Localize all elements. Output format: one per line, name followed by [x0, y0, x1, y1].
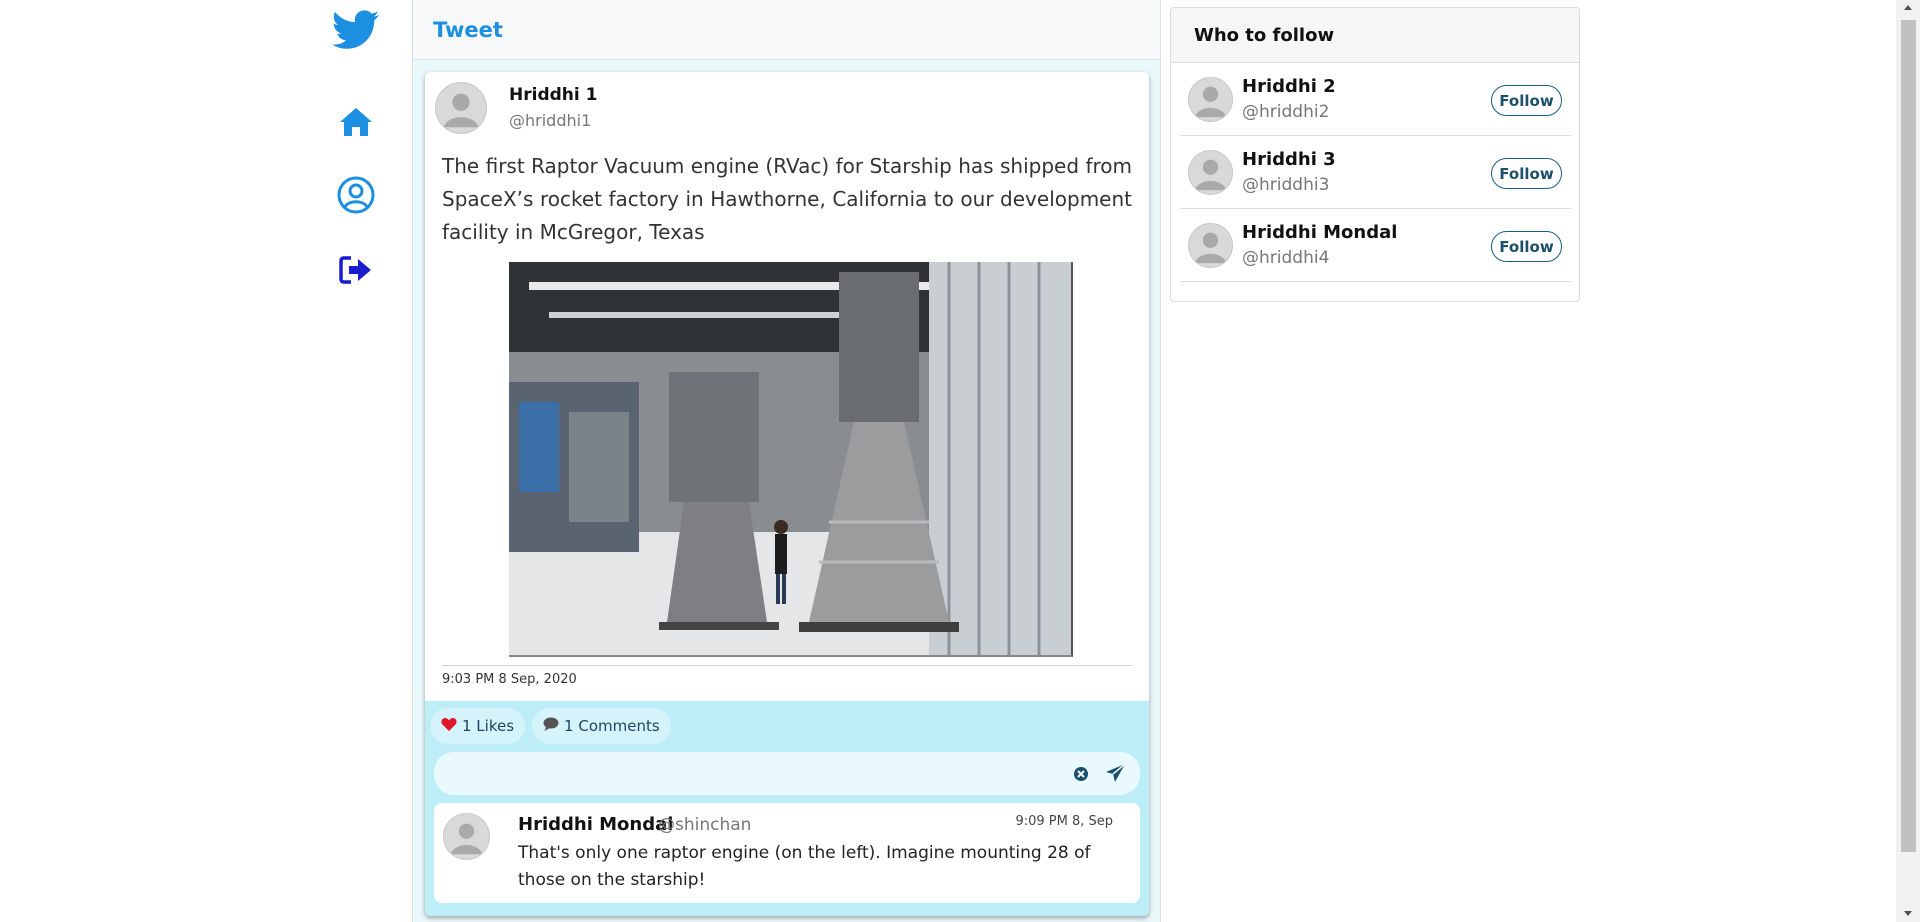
twitter-bird-icon: [332, 10, 380, 56]
follow-suggestion: Hriddhi 2 @hriddhi2 Follow: [1180, 63, 1571, 136]
tweet-author-handle: @hriddhi1: [509, 111, 592, 130]
reply-text: That's only one raptor engine (on the le…: [518, 843, 1091, 890]
who-to-follow-panel: Who to follow Hriddhi 2 @hriddhi2 Follow…: [1170, 7, 1580, 302]
scroll-down-arrow-icon[interactable]: [1904, 911, 1912, 916]
follow-user-handle: @hriddhi4: [1242, 248, 1330, 268]
nav-logout[interactable]: [300, 252, 412, 292]
tweet-author-name[interactable]: Hriddhi 1: [509, 85, 597, 105]
follow-user-name[interactable]: Hriddhi 3: [1242, 149, 1336, 170]
follow-user-handle: @hriddhi3: [1242, 175, 1330, 195]
reply-author-handle: @shinchan: [658, 815, 752, 835]
logout-icon: [339, 255, 373, 289]
follow-button[interactable]: Follow: [1491, 158, 1562, 189]
heart-icon: [441, 717, 457, 735]
send-icon[interactable]: [1105, 763, 1126, 784]
likes-count: 1 Likes: [462, 717, 515, 735]
comments-count: 1 Comments: [564, 717, 660, 735]
clear-icon[interactable]: [1073, 766, 1089, 782]
page-scrollbar[interactable]: [1896, 0, 1920, 922]
follow-suggestion: Hriddhi Mondal @hriddhi4 Follow: [1180, 209, 1571, 282]
twitter-logo[interactable]: [300, 10, 412, 56]
follow-user-handle: @hriddhi2: [1242, 102, 1330, 122]
nav-home[interactable]: [300, 104, 412, 144]
tweet-text: The first Raptor Vacuum engine (RVac) fo…: [442, 154, 1132, 244]
who-to-follow-title: Who to follow: [1171, 8, 1579, 63]
reply-item: Hriddhi Mondal @shinchan 9:09 PM 8, Sep …: [434, 803, 1140, 903]
scrollbar-thumb[interactable]: [1901, 20, 1916, 852]
like-button[interactable]: 1 Likes: [430, 708, 526, 744]
follow-user-name[interactable]: Hriddhi 2: [1242, 76, 1336, 97]
scroll-up-arrow-icon[interactable]: [1904, 5, 1912, 10]
tweet-timestamp: 9:03 PM 8 Sep, 2020: [442, 672, 577, 687]
avatar[interactable]: [443, 813, 490, 860]
page-header: Tweet: [413, 0, 1160, 60]
tweet-body: Hriddhi 1 @hriddhi1 The first Raptor Vac…: [425, 72, 1149, 701]
follow-suggestion: Hriddhi 3 @hriddhi3 Follow: [1180, 136, 1571, 209]
main-timeline: Tweet Hriddhi 1 @hriddhi1 The first Rapt…: [412, 0, 1161, 922]
comment-input[interactable]: [448, 760, 1048, 787]
comment-bubble-icon: [543, 717, 559, 735]
avatar[interactable]: [435, 82, 487, 134]
avatar[interactable]: [1188, 150, 1233, 195]
tweet-image[interactable]: [509, 262, 1073, 657]
reply-time: 9:09 PM 8, Sep: [1015, 814, 1113, 829]
page-title: Tweet: [433, 17, 503, 42]
comment-box: [434, 752, 1140, 795]
tweet-card: Hriddhi 1 @hriddhi1 The first Raptor Vac…: [425, 72, 1149, 916]
comments-button[interactable]: 1 Comments: [532, 708, 671, 744]
tweet-divider: [442, 665, 1132, 666]
home-icon: [339, 107, 373, 141]
reply-author-name[interactable]: Hriddhi Mondal: [518, 814, 673, 835]
avatar[interactable]: [1188, 223, 1233, 268]
follow-button[interactable]: Follow: [1491, 85, 1562, 116]
page: Tweet Hriddhi 1 @hriddhi1 The first Rapt…: [0, 0, 1920, 922]
follow-user-name[interactable]: Hriddhi Mondal: [1242, 222, 1397, 243]
left-nav: [300, 0, 412, 922]
nav-profile[interactable]: [300, 176, 412, 218]
tweet-actions: 1 Likes 1 Comments: [430, 708, 671, 744]
avatar[interactable]: [1188, 77, 1233, 122]
user-profile-icon: [337, 176, 375, 218]
follow-button[interactable]: Follow: [1491, 231, 1562, 262]
